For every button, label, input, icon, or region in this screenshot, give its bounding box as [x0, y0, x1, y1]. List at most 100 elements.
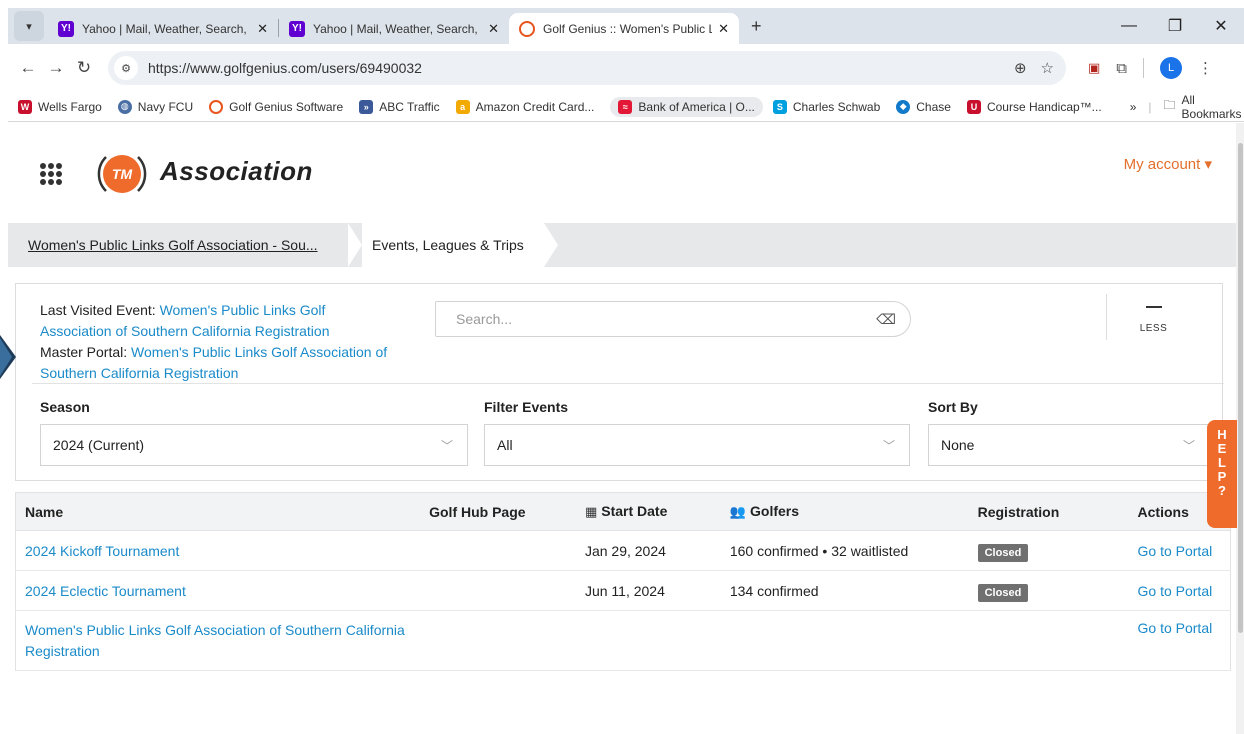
- column-header-registration: Registration: [977, 492, 1138, 531]
- site-info-icon[interactable]: ⚙: [114, 56, 138, 80]
- folder-icon: 🗀: [1163, 98, 1176, 112]
- breadcrumb-association[interactable]: Women's Public Links Golf Association - …: [8, 237, 348, 253]
- less-label: LESS: [1139, 323, 1168, 334]
- users-icon: 👥: [729, 504, 747, 519]
- page-content: TM Association My account ▾ Women's Publ…: [8, 123, 1244, 734]
- close-icon[interactable]: ✕: [257, 21, 268, 37]
- golf-hub-cell: [429, 570, 585, 611]
- golfers-cell: [729, 610, 978, 671]
- golf-hub-cell: [429, 530, 585, 571]
- toolbar-divider: [1143, 58, 1145, 78]
- bookmark-abc-traffic[interactable]: » ABC Traffic: [359, 99, 440, 114]
- sort-by-label: Sort By: [928, 399, 978, 415]
- start-date-cell: Jan 29, 2024: [584, 530, 730, 571]
- close-window-icon[interactable]: ✕: [1198, 16, 1244, 36]
- season-select[interactable]: 2024 (Current) ﹀: [40, 424, 468, 466]
- apps-grid-icon[interactable]: [40, 163, 62, 185]
- go-to-portal-link[interactable]: Go to Portal: [1138, 543, 1213, 559]
- golfers-cell: 134 confirmed: [729, 570, 978, 611]
- bookmark-golf-genius[interactable]: Golf Genius Software: [209, 99, 343, 114]
- table-row: 2024 Kickoff Tournament Jan 29, 2024 160…: [15, 530, 1231, 571]
- eraser-icon[interactable]: ⌫: [876, 311, 896, 328]
- bookmark-navy-fcu[interactable]: ◍ Navy FCU: [117, 99, 193, 114]
- bookmark-wells-fargo[interactable]: W Wells Fargo: [18, 99, 102, 114]
- status-badge: Closed: [977, 544, 1029, 562]
- table-header-row: Name Golf Hub Page ▦ Start Date 👥 Golfers …: [15, 492, 1231, 531]
- bookmark-charles-schwab[interactable]: S Charles Schwab: [772, 99, 880, 114]
- bookmarks-bar: W Wells Fargo ◍ Navy FCU Golf Genius Softw…: [8, 92, 1244, 122]
- last-visited-label: Last Visited Event:: [40, 302, 156, 318]
- extensions-puzzle-icon[interactable]: ⧉: [1116, 60, 1127, 77]
- bookmarks-overflow-icon[interactable]: »: [1130, 100, 1137, 114]
- bookmark-course-handicap[interactable]: U Course Handicap™...: [966, 99, 1102, 114]
- bookmark-amazon[interactable]: a Amazon Credit Card...: [455, 99, 594, 114]
- bookmark-bank-of-america[interactable]: ≈ Bank of America | O...: [610, 96, 763, 117]
- help-button[interactable]: H E L P ?: [1207, 420, 1237, 528]
- event-name-link[interactable]: 2024 Eclectic Tournament: [25, 583, 186, 599]
- close-icon[interactable]: ✕: [718, 21, 729, 37]
- less-toggle-button[interactable]: LESS: [1106, 294, 1200, 340]
- calendar-icon: ▦: [584, 504, 598, 519]
- season-value: 2024 (Current): [53, 437, 145, 453]
- chase-icon: ◆: [896, 99, 911, 114]
- sort-by-value: None: [941, 437, 975, 453]
- browser-menu-icon[interactable]: ⋮: [1198, 59, 1213, 77]
- tab-yahoo-1[interactable]: Y! Yahoo | Mail, Weather, Search, P ✕: [48, 13, 278, 44]
- scrollbar[interactable]: [1236, 123, 1244, 734]
- scrollbar-thumb[interactable]: [1238, 143, 1243, 633]
- amazon-icon: a: [455, 99, 470, 114]
- all-bookmarks-link[interactable]: All Bookmarks: [1182, 93, 1242, 121]
- bookmark-chase[interactable]: ◆ Chase: [896, 99, 951, 114]
- bookmarks-divider: |: [1148, 99, 1152, 114]
- go-to-portal-link[interactable]: Go to Portal: [1138, 620, 1213, 636]
- tab-yahoo-2[interactable]: Y! Yahoo | Mail, Weather, Search, P ✕: [279, 13, 509, 44]
- bank-of-america-icon: ≈: [618, 99, 633, 114]
- minimize-icon[interactable]: —: [1106, 17, 1152, 35]
- url-input[interactable]: ⚙ https://www.golfgenius.com/users/69490…: [108, 51, 1066, 85]
- registration-cell: [977, 610, 1138, 671]
- new-tab-button[interactable]: +: [751, 16, 762, 37]
- profile-avatar[interactable]: L: [1160, 57, 1183, 79]
- breadcrumb-events: Events, Leagues & Trips: [348, 223, 558, 267]
- window-controls: — ❐ ✕: [1106, 8, 1244, 44]
- forward-icon[interactable]: →: [42, 58, 70, 78]
- tab-search-icon[interactable]: ▾: [14, 11, 44, 41]
- site-header: TM Association My account ▾: [8, 123, 1236, 223]
- divider: [32, 383, 1224, 384]
- event-name-link[interactable]: 2024 Kickoff Tournament: [25, 543, 179, 559]
- start-date-cell: [584, 610, 730, 671]
- search-input[interactable]: Search... ⌫: [435, 301, 911, 337]
- golfers-cell: 160 confirmed • 32 waitlisted: [729, 530, 978, 571]
- last-visited-info: Last Visited Event: Women's Public Links…: [40, 300, 400, 384]
- pointer-arrow-inner: [0, 338, 12, 376]
- column-header-hub: Golf Hub Page: [429, 492, 585, 531]
- event-name-link[interactable]: Women's Public Links Golf Association of…: [25, 622, 405, 659]
- reload-icon[interactable]: ↻: [70, 58, 98, 78]
- column-header-golfers: 👥 Golfers: [729, 492, 978, 531]
- status-badge: Closed: [977, 584, 1029, 602]
- start-date-cell: Jun 11, 2024: [584, 570, 730, 611]
- back-icon[interactable]: ←: [14, 58, 42, 78]
- usga-icon: U: [966, 99, 981, 114]
- tab-title: Yahoo | Mail, Weather, Search, P: [313, 21, 483, 36]
- filter-events-value: All: [497, 437, 513, 453]
- filter-events-select[interactable]: All ﹀: [484, 424, 910, 466]
- bookmark-star-icon[interactable]: ☆: [1041, 59, 1054, 77]
- schwab-icon: S: [772, 99, 787, 114]
- table-row: Women's Public Links Golf Association of…: [15, 610, 1231, 671]
- close-icon[interactable]: ✕: [488, 21, 499, 37]
- restore-icon[interactable]: ❐: [1152, 16, 1198, 36]
- column-header-start-date: ▦ Start Date: [584, 492, 730, 531]
- zoom-icon[interactable]: ⊕: [1014, 59, 1027, 77]
- traffic-icon: »: [359, 99, 374, 114]
- tab-strip: ▾ Y! Yahoo | Mail, Weather, Search, P ✕ …: [8, 8, 1244, 44]
- extension-icon[interactable]: ▣: [1088, 60, 1100, 76]
- golf-hub-cell: [429, 610, 585, 671]
- sort-by-select[interactable]: None ﹀: [928, 424, 1210, 466]
- url-text[interactable]: https://www.golfgenius.com/users/6949003…: [148, 60, 1000, 76]
- collapse-icon: [1145, 306, 1162, 308]
- table-row: 2024 Eclectic Tournament Jun 11, 2024 13…: [15, 570, 1231, 611]
- tab-golf-genius[interactable]: Golf Genius :: Women's Public L ✕: [509, 13, 739, 44]
- go-to-portal-link[interactable]: Go to Portal: [1138, 583, 1213, 599]
- my-account-menu[interactable]: My account ▾: [1124, 155, 1212, 173]
